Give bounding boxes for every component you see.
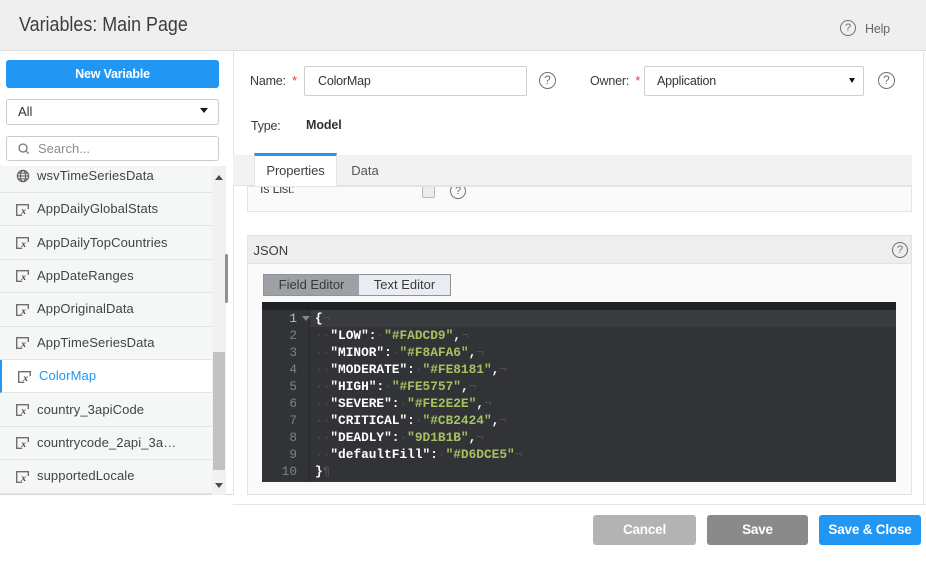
svg-text:x: x	[20, 307, 26, 317]
svg-text:x: x	[20, 340, 26, 350]
svg-text:x: x	[20, 440, 26, 450]
svg-text:x: x	[20, 474, 26, 484]
svg-text:x: x	[22, 373, 28, 383]
svg-text:x: x	[20, 240, 26, 250]
svg-text:x: x	[20, 273, 26, 283]
svg-text:x: x	[20, 407, 26, 417]
svg-text:x: x	[20, 206, 26, 216]
